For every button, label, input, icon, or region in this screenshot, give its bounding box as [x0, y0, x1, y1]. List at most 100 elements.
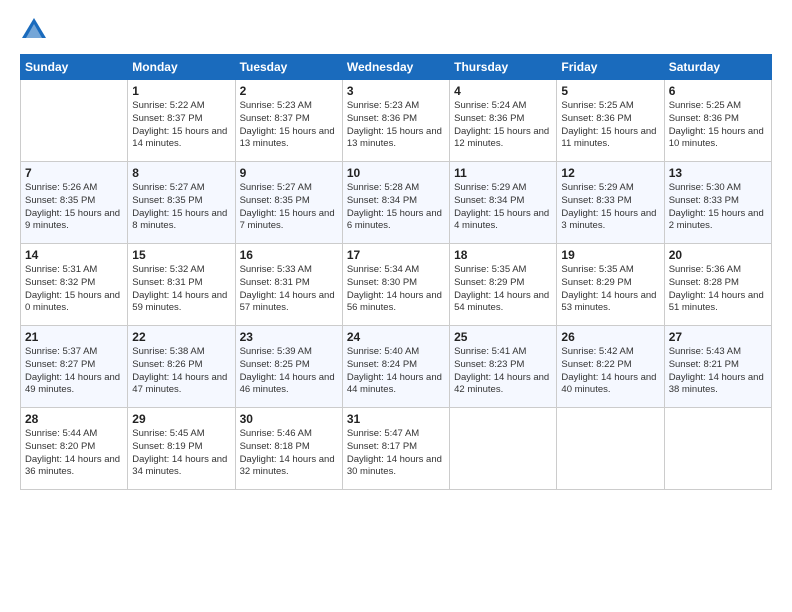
cell-info: Sunrise: 5:31 AMSunset: 8:32 PMDaylight:… [25, 264, 123, 315]
calendar-cell: 2 Sunrise: 5:23 AMSunset: 8:37 PMDaylight… [235, 80, 342, 162]
day-number: 7 [25, 166, 123, 180]
cell-info: Sunrise: 5:35 AMSunset: 8:29 PMDaylight:… [454, 264, 552, 315]
cell-info: Sunrise: 5:29 AMSunset: 8:33 PMDaylight:… [561, 182, 659, 233]
cell-info: Sunrise: 5:27 AMSunset: 8:35 PMDaylight:… [132, 182, 230, 233]
cell-info: Sunrise: 5:25 AMSunset: 8:36 PMDaylight:… [669, 100, 767, 151]
cell-info: Sunrise: 5:40 AMSunset: 8:24 PMDaylight:… [347, 346, 445, 397]
day-number: 26 [561, 330, 659, 344]
week-row-3: 14 Sunrise: 5:31 AMSunset: 8:32 PMDayligh… [21, 244, 772, 326]
header [20, 16, 772, 44]
calendar-cell: 20 Sunrise: 5:36 AMSunset: 8:28 PMDayligh… [664, 244, 771, 326]
logo-icon [20, 16, 48, 44]
calendar-cell: 17 Sunrise: 5:34 AMSunset: 8:30 PMDayligh… [342, 244, 449, 326]
header-row: SundayMondayTuesdayWednesdayThursdayFrid… [21, 55, 772, 80]
day-number: 25 [454, 330, 552, 344]
day-number: 16 [240, 248, 338, 262]
day-number: 17 [347, 248, 445, 262]
calendar-cell: 19 Sunrise: 5:35 AMSunset: 8:29 PMDayligh… [557, 244, 664, 326]
cell-info: Sunrise: 5:25 AMSunset: 8:36 PMDaylight:… [561, 100, 659, 151]
day-number: 20 [669, 248, 767, 262]
cell-info: Sunrise: 5:36 AMSunset: 8:28 PMDaylight:… [669, 264, 767, 315]
day-number: 11 [454, 166, 552, 180]
cell-info: Sunrise: 5:37 AMSunset: 8:27 PMDaylight:… [25, 346, 123, 397]
day-number: 14 [25, 248, 123, 262]
calendar-cell: 9 Sunrise: 5:27 AMSunset: 8:35 PMDaylight… [235, 162, 342, 244]
day-number: 1 [132, 84, 230, 98]
calendar-cell: 18 Sunrise: 5:35 AMSunset: 8:29 PMDayligh… [450, 244, 557, 326]
cell-info: Sunrise: 5:45 AMSunset: 8:19 PMDaylight:… [132, 428, 230, 479]
col-header-thursday: Thursday [450, 55, 557, 80]
calendar-cell: 21Sunrise: 5:37 AMSunset: 8:27 PMDayligh… [21, 326, 128, 408]
calendar-cell: 4Sunrise: 5:24 AMSunset: 8:36 PMDaylight… [450, 80, 557, 162]
calendar-cell [557, 408, 664, 490]
cell-info: Sunrise: 5:43 AMSunset: 8:21 PMDaylight:… [669, 346, 767, 397]
day-number: 27 [669, 330, 767, 344]
cell-info: Sunrise: 5:35 AMSunset: 8:29 PMDaylight:… [561, 264, 659, 315]
day-number: 18 [454, 248, 552, 262]
cell-info: Sunrise: 5:24 AMSunset: 8:36 PMDaylight:… [454, 100, 552, 151]
day-number: 29 [132, 412, 230, 426]
cell-info: Sunrise: 5:44 AMSunset: 8:20 PMDaylight:… [25, 428, 123, 479]
calendar-cell: 13 Sunrise: 5:30 AMSunset: 8:33 PMDayligh… [664, 162, 771, 244]
day-number: 6 [669, 84, 767, 98]
calendar-cell: 26Sunrise: 5:42 AMSunset: 8:22 PMDayligh… [557, 326, 664, 408]
day-number: 15 [132, 248, 230, 262]
calendar-cell: 7 Sunrise: 5:26 AMSunset: 8:35 PMDaylight… [21, 162, 128, 244]
day-number: 28 [25, 412, 123, 426]
calendar-cell: 5 Sunrise: 5:25 AMSunset: 8:36 PMDaylight… [557, 80, 664, 162]
cell-info: Sunrise: 5:22 AMSunset: 8:37 PMDaylight:… [132, 100, 230, 151]
calendar-cell: 28 Sunrise: 5:44 AMSunset: 8:20 PMDayligh… [21, 408, 128, 490]
calendar-cell: 15 Sunrise: 5:32 AMSunset: 8:31 PMDayligh… [128, 244, 235, 326]
day-number: 30 [240, 412, 338, 426]
col-header-wednesday: Wednesday [342, 55, 449, 80]
day-number: 2 [240, 84, 338, 98]
cell-info: Sunrise: 5:46 AMSunset: 8:18 PMDaylight:… [240, 428, 338, 479]
day-number: 3 [347, 84, 445, 98]
cell-info: Sunrise: 5:23 AMSunset: 8:36 PMDaylight:… [347, 100, 445, 151]
calendar-cell: 6 Sunrise: 5:25 AMSunset: 8:36 PMDaylight… [664, 80, 771, 162]
calendar-cell: 12Sunrise: 5:29 AMSunset: 8:33 PMDayligh… [557, 162, 664, 244]
calendar-cell: 31Sunrise: 5:47 AMSunset: 8:17 PMDayligh… [342, 408, 449, 490]
day-number: 5 [561, 84, 659, 98]
calendar-cell: 29 Sunrise: 5:45 AMSunset: 8:19 PMDayligh… [128, 408, 235, 490]
calendar-table: SundayMondayTuesdayWednesdayThursdayFrid… [20, 54, 772, 490]
week-row-1: 1 Sunrise: 5:22 AMSunset: 8:37 PMDaylight… [21, 80, 772, 162]
cell-info: Sunrise: 5:27 AMSunset: 8:35 PMDaylight:… [240, 182, 338, 233]
cell-info: Sunrise: 5:47 AMSunset: 8:17 PMDaylight:… [347, 428, 445, 479]
col-header-saturday: Saturday [664, 55, 771, 80]
calendar-cell [450, 408, 557, 490]
col-header-monday: Monday [128, 55, 235, 80]
day-number: 24 [347, 330, 445, 344]
day-number: 9 [240, 166, 338, 180]
cell-info: Sunrise: 5:34 AMSunset: 8:30 PMDaylight:… [347, 264, 445, 315]
calendar-cell: 14 Sunrise: 5:31 AMSunset: 8:32 PMDayligh… [21, 244, 128, 326]
col-header-friday: Friday [557, 55, 664, 80]
calendar-cell: 23Sunrise: 5:39 AMSunset: 8:25 PMDayligh… [235, 326, 342, 408]
calendar-cell: 1 Sunrise: 5:22 AMSunset: 8:37 PMDaylight… [128, 80, 235, 162]
week-row-2: 7 Sunrise: 5:26 AMSunset: 8:35 PMDaylight… [21, 162, 772, 244]
day-number: 22 [132, 330, 230, 344]
logo [20, 16, 52, 44]
col-header-tuesday: Tuesday [235, 55, 342, 80]
cell-info: Sunrise: 5:28 AMSunset: 8:34 PMDaylight:… [347, 182, 445, 233]
calendar-cell: 24 Sunrise: 5:40 AMSunset: 8:24 PMDayligh… [342, 326, 449, 408]
calendar-cell: 10Sunrise: 5:28 AMSunset: 8:34 PMDayligh… [342, 162, 449, 244]
cell-info: Sunrise: 5:32 AMSunset: 8:31 PMDaylight:… [132, 264, 230, 315]
col-header-sunday: Sunday [21, 55, 128, 80]
cell-info: Sunrise: 5:41 AMSunset: 8:23 PMDaylight:… [454, 346, 552, 397]
cell-info: Sunrise: 5:30 AMSunset: 8:33 PMDaylight:… [669, 182, 767, 233]
day-number: 19 [561, 248, 659, 262]
calendar-cell: 16Sunrise: 5:33 AMSunset: 8:31 PMDayligh… [235, 244, 342, 326]
cell-info: Sunrise: 5:23 AMSunset: 8:37 PMDaylight:… [240, 100, 338, 151]
calendar-cell: 11Sunrise: 5:29 AMSunset: 8:34 PMDayligh… [450, 162, 557, 244]
week-row-5: 28 Sunrise: 5:44 AMSunset: 8:20 PMDayligh… [21, 408, 772, 490]
cell-info: Sunrise: 5:38 AMSunset: 8:26 PMDaylight:… [132, 346, 230, 397]
page: SundayMondayTuesdayWednesdayThursdayFrid… [0, 0, 792, 612]
calendar-cell [664, 408, 771, 490]
day-number: 13 [669, 166, 767, 180]
cell-info: Sunrise: 5:39 AMSunset: 8:25 PMDaylight:… [240, 346, 338, 397]
calendar-cell: 8Sunrise: 5:27 AMSunset: 8:35 PMDaylight… [128, 162, 235, 244]
cell-info: Sunrise: 5:26 AMSunset: 8:35 PMDaylight:… [25, 182, 123, 233]
calendar-cell [21, 80, 128, 162]
calendar-cell: 22 Sunrise: 5:38 AMSunset: 8:26 PMDayligh… [128, 326, 235, 408]
